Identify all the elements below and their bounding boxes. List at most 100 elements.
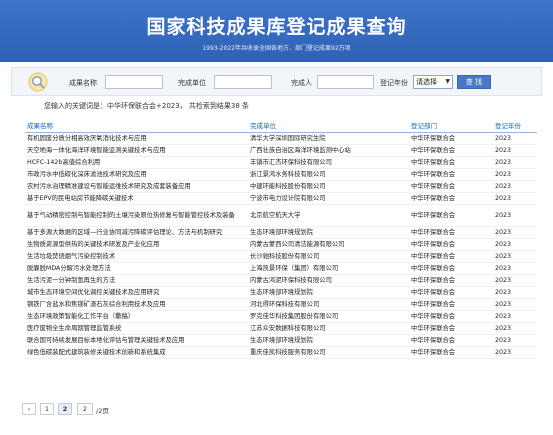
cell-name[interactable]: 基于EPV的民电站房节能降碳关键技术 [25, 192, 248, 205]
page-1-link[interactable]: 1 [40, 403, 54, 415]
table-row[interactable]: 生活污泥一分钟制氢再生的方法 内蒙古鸿泥环保科技有限公司 中华环保联合会 2023 [25, 274, 537, 287]
cell-year: 2023 [493, 204, 537, 227]
table-row[interactable]: 生活垃圾焚烧烟气污染控制技术 长沙驰科技股份有限公司 中华环保联合会 2023 [25, 250, 537, 263]
cell-dept: 中华环保联合会 [409, 346, 493, 359]
cell-unit: 内蒙古蒙西公司清洁能源有限公司 [248, 238, 409, 251]
table-row[interactable]: 联合国可持续发展目标本地化评估与管理关键技术及应用 生态环境部环境规划院 中华环保联… [25, 334, 537, 347]
cell-year: 2023 [493, 144, 537, 157]
cell-year: 2023 [493, 274, 537, 287]
search-button[interactable]: 查 找 [457, 75, 491, 89]
name-label: 成果名称 [69, 79, 97, 87]
cell-name[interactable]: 医疗废物全生命周期管理监管系统 [25, 322, 248, 335]
cell-name[interactable]: 生态环境政策智能化工作平台（撒稿） [25, 310, 248, 323]
search-bar: 成果名称 完成单位 完成人 登记年份 请选择 ▼ 查 找 [11, 67, 542, 96]
table-row[interactable]: 绿色低碳装配式建筑装修关键技术创新和系统集成 重庆佳凯科技服务有限公司 中华环保联合… [25, 346, 537, 359]
cell-unit: 罗克佳华科技集团股份有限公司 [248, 310, 409, 323]
cell-dept: 中华环保联合会 [409, 204, 493, 227]
table-row[interactable]: 天空地海一体化海洋环境智能监测关键技术与应用 广西壮族自治区海洋环境监测中心站 中华… [25, 144, 537, 157]
table-row[interactable]: 有机固废分质分相高效厌氧消化技术与应用 清华大学深圳国际研究生院 中华环保联合会 20… [25, 132, 537, 145]
col-header-name: 成果名称 [25, 119, 248, 133]
person-label: 完成人 [291, 79, 312, 87]
col-header-unit: 完成单位 [248, 119, 409, 133]
header-banner: 国家科技成果库登记成果查询 1993-2022年共收录全国各地方、部门登记成果9… [0, 0, 553, 62]
cell-year: 2023 [493, 156, 537, 169]
page-title: 国家科技成果库登记成果查询 [146, 16, 407, 38]
cell-dept: 中华环保联合会 [409, 192, 493, 205]
table-row[interactable]: 基于多源大数据的区域—行业协同减污降碳评估理论、方法与机制研究 生态环境部环境规划… [25, 226, 537, 239]
table-row[interactable]: 城市生态环境空间优化调控关键技术及应用研究 生态环境部环境规划院 中华环保联合会 20… [25, 286, 537, 299]
chevron-down-icon: ▼ [445, 78, 450, 85]
cell-year: 2023 [493, 322, 537, 335]
table-row[interactable]: 基于气动精密控制与智能控制的土壤污染原位热修复与智能管控技术及装备 北京航空航天大… [25, 204, 537, 227]
cell-unit: 宁波市电力设计院有限公司 [248, 192, 409, 205]
cell-dept: 中华环保联合会 [409, 144, 493, 157]
cell-unit: 生态环境部环境规划院 [248, 286, 409, 299]
cell-unit: 北京航空航天大学 [248, 204, 409, 227]
table-row[interactable]: 脱脲脱MDA分解污水处理方法 上海凯景环保（集团）有限公司 中华环保联合会 2023 [25, 262, 537, 275]
page-number-input[interactable]: 2 [77, 403, 93, 415]
cell-unit: 生态环境部环境规划院 [248, 226, 409, 239]
cell-year: 2023 [493, 226, 537, 239]
person-input[interactable] [317, 75, 374, 89]
cell-name[interactable]: 有机固废分质分相高效厌氧消化技术与应用 [25, 132, 248, 145]
cell-name[interactable]: 脱脲脱MDA分解污水处理方法 [25, 262, 248, 275]
search-icon [28, 72, 48, 92]
cell-unit: 广西壮族自治区海洋环境监测中心站 [248, 144, 409, 157]
table-row[interactable]: 农村污水治理精准建设与智能运维技术研究及成套装备应用 中建环能科技股份有限公司 中华… [25, 180, 537, 193]
table-row[interactable]: 钢铁厂含盐水和焦镁矿渣石灰综合利用技术及应用 河北得环保科技有限公司 中华环保联合会… [25, 298, 537, 311]
cell-year: 2023 [493, 262, 537, 275]
cell-year: 2023 [493, 192, 537, 205]
table-row[interactable]: 生态环境政策智能化工作平台（撒稿） 罗克佳华科技集团股份有限公司 中华环保联合会 20… [25, 310, 537, 323]
cell-unit: 重庆佳凯科技服务有限公司 [248, 346, 409, 359]
cell-unit: 中建环能科技股份有限公司 [248, 180, 409, 193]
unit-label: 完成单位 [178, 79, 206, 87]
name-input[interactable] [105, 75, 163, 89]
table-row[interactable]: 市政污水中低碳化深床滤池技术研究及应用 浙江景鸿水务科技有限公司 中华环保联合会 20… [25, 168, 537, 181]
cell-dept: 中华环保联合会 [409, 180, 493, 193]
cell-name[interactable]: HCFC-142b高值综合利用 [25, 156, 248, 169]
cell-dept: 中华环保联合会 [409, 226, 493, 239]
cell-unit: 浙江景鸿水务科技有限公司 [248, 168, 409, 181]
cell-name[interactable]: 生活污泥一分钟制氢再生的方法 [25, 274, 248, 287]
cell-name[interactable]: 钢铁厂含盐水和焦镁矿渣石灰综合利用技术及应用 [25, 298, 248, 311]
cell-unit: 清华大学深圳国际研究生院 [248, 132, 409, 145]
cell-dept: 中华环保联合会 [409, 286, 493, 299]
table-row[interactable]: HCFC-142b高值综合利用 丰镇市汇杰环保科技有限公司 中华环保联合会 2023 [25, 156, 537, 169]
cell-name[interactable]: 生活垃圾焚烧烟气污染控制技术 [25, 250, 248, 263]
cell-unit: 丰镇市汇杰环保科技有限公司 [248, 156, 409, 169]
cell-dept: 中华环保联合会 [409, 262, 493, 275]
cell-year: 2023 [493, 346, 537, 359]
cell-dept: 中华环保联合会 [409, 238, 493, 251]
cell-dept: 中华环保联合会 [409, 322, 493, 335]
cell-name[interactable]: 市政污水中低碳化深床滤池技术研究及应用 [25, 168, 248, 181]
cell-dept: 中华环保联合会 [409, 168, 493, 181]
unit-input[interactable] [214, 75, 272, 89]
table-row[interactable]: 生物质资源型供热的关键技术研发及产业化应用 内蒙古蒙西公司清洁能源有限公司 中华环保… [25, 238, 537, 251]
table-row[interactable]: 医疗废物全生命周期管理监管系统 江苏众安数据科技有限公司 中华环保联合会 2023 [25, 322, 537, 335]
cell-name[interactable]: 城市生态环境空间优化调控关键技术及应用研究 [25, 286, 248, 299]
page-2-link[interactable]: 2 [58, 403, 72, 415]
prev-page-button[interactable]: ‹ [22, 403, 36, 415]
cell-year: 2023 [493, 168, 537, 181]
cell-name[interactable]: 农村污水治理精准建设与智能运维技术研究及成套装备应用 [25, 180, 248, 193]
cell-dept: 中华环保联合会 [409, 298, 493, 311]
cell-dept: 中华环保联合会 [409, 274, 493, 287]
total-pages-text: /2页 [96, 407, 109, 415]
cell-name[interactable]: 天空地海一体化海洋环境智能监测关键技术与应用 [25, 144, 248, 157]
cell-year: 2023 [493, 180, 537, 193]
result-summary: 您输入的关键词是：中华环保联合会+2023， 共检索到结果38 条 [44, 102, 250, 110]
cell-dept: 中华环保联合会 [409, 250, 493, 263]
year-label: 登记年份 [380, 79, 408, 87]
cell-unit: 上海凯景环保（集团）有限公司 [248, 262, 409, 275]
cell-year: 2023 [493, 310, 537, 323]
results-table: 成果名称 完成单位 登记部门 登记年份 有机固废分质分相高效厌氧消化技术与应用清… [25, 119, 537, 359]
year-select[interactable]: 请选择 ▼ [413, 75, 453, 89]
cell-name[interactable]: 生物质资源型供热的关键技术研发及产业化应用 [25, 238, 248, 251]
cell-unit: 生态环境部环境规划院 [248, 334, 409, 347]
cell-name[interactable]: 基于多源大数据的区域—行业协同减污降碳评估理论、方法与机制研究 [25, 226, 248, 239]
cell-name[interactable]: 基于气动精密控制与智能控制的土壤污染原位热修复与智能管控技术及装备 [25, 204, 248, 227]
table-row[interactable]: 基于EPV的民电站房节能降碳关键技术 宁波市电力设计院有限公司 中华环保联合会 202… [25, 192, 537, 205]
cell-name[interactable]: 绿色低碳装配式建筑装修关键技术创新和系统集成 [25, 346, 248, 359]
cell-year: 2023 [493, 298, 537, 311]
cell-name[interactable]: 联合国可持续发展目标本地化评估与管理关键技术及应用 [25, 334, 248, 347]
